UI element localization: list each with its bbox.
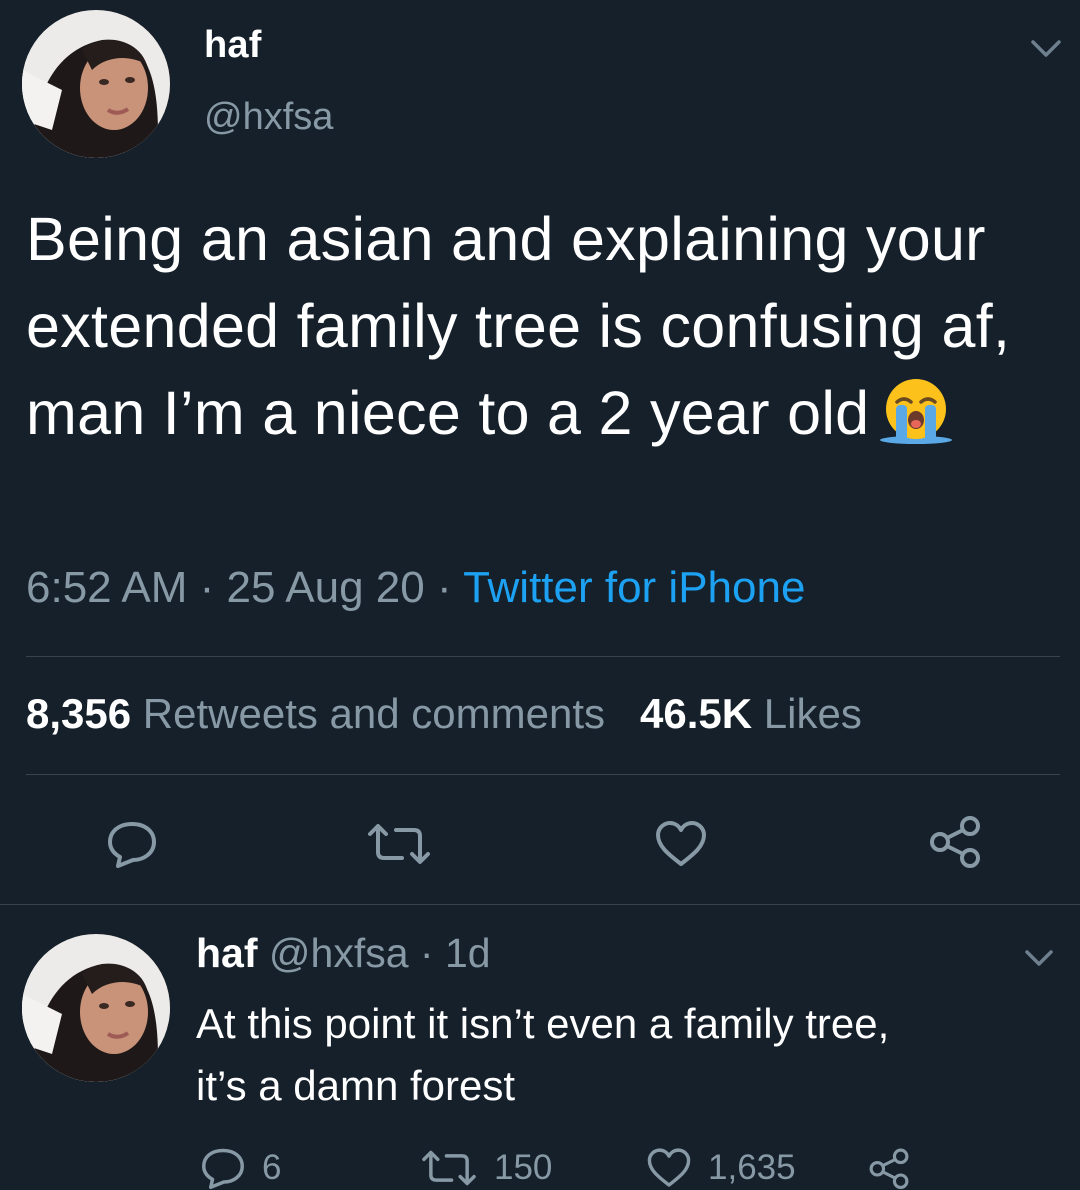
like-icon[interactable] (654, 820, 708, 868)
divider (0, 904, 1080, 905)
retweets-stat[interactable]: 8,356 Retweets and comments (26, 690, 605, 737)
like-count: 1,635 (708, 1148, 796, 1187)
likes-count: 46.5K (640, 690, 753, 737)
reply-retweet-action[interactable]: 150 (420, 1146, 552, 1190)
share-icon[interactable] (928, 814, 982, 868)
tweet-text-content: Being an asian and explaining your exten… (26, 205, 1011, 447)
share-icon (869, 1148, 909, 1189)
meta-separator: · (424, 563, 464, 612)
reply-handle[interactable]: @hxfsa (269, 930, 409, 976)
reply-age[interactable]: 1d (445, 930, 491, 976)
chevron-down-icon[interactable] (1024, 948, 1054, 968)
meta-separator: · (187, 563, 227, 612)
retweet-icon[interactable] (366, 822, 432, 866)
reply-avatar[interactable] (22, 934, 170, 1082)
reply-text-line: At this point it isn’t even a family tre… (196, 1000, 890, 1047)
likes-stat[interactable]: 46.5K Likes (640, 690, 862, 737)
reply-like-action[interactable]: 1,635 (646, 1146, 796, 1190)
retweets-count: 8,356 (26, 690, 132, 737)
retweet-count: 150 (494, 1148, 553, 1187)
reply-header: haf @hxfsa · 1d (196, 930, 491, 977)
like-icon (647, 1148, 691, 1187)
author-display-name[interactable]: haf (204, 24, 262, 67)
tweet-source-link[interactable]: Twitter for iPhone (463, 563, 805, 612)
reply-share-action[interactable] (868, 1146, 926, 1190)
divider (26, 656, 1060, 657)
retweet-icon (422, 1150, 476, 1186)
reply-icon[interactable] (106, 820, 158, 868)
author-handle[interactable]: @hxfsa (204, 96, 333, 139)
loudly-crying-face-icon (877, 374, 955, 444)
retweets-label: Retweets and comments (142, 690, 605, 737)
likes-label: Likes (763, 690, 862, 737)
divider (26, 774, 1060, 775)
chevron-down-icon[interactable] (1030, 38, 1062, 60)
tweet-time: 6:52 AM (26, 563, 188, 612)
tweet-meta: 6:52 AM · 25 Aug 20 · Twitter for iPhone (26, 563, 805, 613)
reply-icon (202, 1148, 244, 1189)
meta-separator: · (408, 930, 445, 976)
reply-text-line: it’s a damn forest (196, 1062, 516, 1109)
reply-display-name[interactable]: haf (196, 930, 258, 976)
tweet-stats: 8,356 Retweets and comments 46.5K Likes (26, 690, 862, 738)
reply-count: 6 (262, 1148, 282, 1187)
tweet-text: Being an asian and explaining your exten… (26, 196, 1046, 457)
tweet-date[interactable]: 25 Aug 20 (227, 563, 425, 612)
avatar[interactable] (22, 10, 170, 158)
reply-reply-action[interactable]: 6 (200, 1146, 281, 1190)
reply-text: At this point it isn’t even a family tre… (196, 993, 1046, 1117)
